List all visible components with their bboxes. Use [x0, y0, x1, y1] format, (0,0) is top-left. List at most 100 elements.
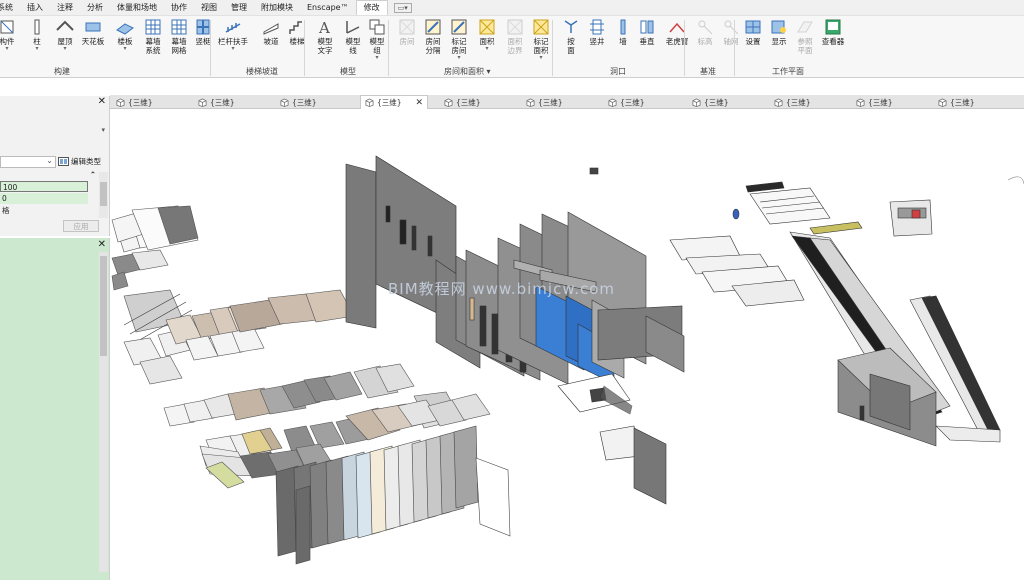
ribbon-button-label: 面积 边界: [507, 37, 523, 55]
chevron-down-icon[interactable]: ▾: [231, 46, 234, 52]
menu-item[interactable]: 插入: [20, 2, 50, 13]
dormer-button[interactable]: 老虎窗: [662, 18, 692, 46]
ribbon-separator: [304, 20, 305, 76]
property-value-field[interactable]: 0: [0, 193, 88, 204]
by-face-icon: [564, 20, 578, 33]
close-tab-icon[interactable]: ✕: [416, 98, 424, 108]
chevron-down-icon[interactable]: ▾: [485, 46, 488, 52]
menu-item[interactable]: 协作: [164, 2, 194, 13]
property-row-text: 格: [2, 206, 10, 215]
type-dropdown-arrow-icon[interactable]: ▾: [101, 126, 105, 134]
property-row-text: 0: [2, 194, 7, 203]
view-tab[interactable]: {三维}: [116, 95, 153, 109]
ribbon-group-label[interactable]: 房间和面积 ▾: [444, 66, 491, 77]
ribbon-button-label: 参照 平面: [797, 37, 813, 55]
project-browser-panel: ✕: [0, 238, 110, 580]
ribbon-button-label: 模型 文字: [317, 37, 333, 55]
show-workplane-icon: [771, 20, 786, 34]
ribbon-separator: [552, 20, 553, 76]
column-button[interactable]: 柱 ▾: [22, 18, 52, 52]
scrollbar-thumb[interactable]: [100, 256, 107, 356]
view-tab-label: {三维}: [210, 97, 235, 107]
chevron-down-icon[interactable]: ▾: [539, 55, 542, 61]
viewer-button[interactable]: 查看器: [818, 18, 848, 46]
ribbon-button-label: 墙: [619, 37, 627, 46]
floor-button[interactable]: 楼板 ▾: [110, 18, 140, 52]
chevron-down-icon[interactable]: ▾: [375, 55, 378, 61]
menu-item[interactable]: 视图: [194, 2, 224, 13]
instance-filter-select[interactable]: ⌄: [0, 156, 56, 168]
ref-plane-icon: [797, 21, 813, 33]
curtain-grid-icon: [171, 19, 187, 35]
area-button[interactable]: 面积 ▾: [472, 18, 502, 52]
model-text-button[interactable]: A 模型 文字: [310, 18, 340, 55]
chevron-down-icon[interactable]: ▾: [5, 46, 8, 52]
scrollbar-thumb[interactable]: [100, 182, 107, 206]
3d-view-icon: [116, 97, 125, 107]
view-tab-label: {三维}: [786, 97, 811, 107]
chevron-down-icon[interactable]: ▾: [123, 46, 126, 52]
properties-scrollbar[interactable]: [99, 172, 108, 218]
view-tab[interactable]: {三维}: [608, 95, 645, 109]
chevron-down-icon[interactable]: ▾: [35, 46, 38, 52]
menu-item[interactable]: 体量和场地: [110, 2, 164, 13]
view-tab[interactable]: {三维}: [938, 95, 975, 109]
view-tab[interactable]: {三维} ✕: [360, 95, 429, 109]
model-text-icon: A: [318, 19, 330, 36]
menu-item[interactable]: 附加模块: [254, 2, 300, 13]
ribbon-button-label: 按 面: [567, 37, 575, 55]
ribbon-button-label: 垂直: [639, 37, 655, 46]
collapse-icon[interactable]: ⌃: [90, 169, 96, 180]
menu-item[interactable]: 系统: [0, 2, 20, 13]
view-tab[interactable]: {三维}: [774, 95, 811, 109]
view-tab[interactable]: {三维}: [856, 95, 893, 109]
3d-model-view[interactable]: [110, 110, 1024, 580]
quick-access-dropdown-icon[interactable]: ▭▾: [393, 2, 412, 13]
apply-button[interactable]: 应用: [63, 220, 99, 232]
ribbon-button-label: 轴网: [723, 37, 739, 46]
view-tab-label: {三维}: [620, 97, 645, 107]
mullion-button[interactable]: 竖梃: [188, 18, 218, 46]
vertical-opening-button[interactable]: 垂直: [632, 18, 662, 46]
ribbon-button-label: 坡道: [263, 37, 279, 46]
ribbon-button-label: 设置: [745, 37, 761, 46]
chevron-down-icon[interactable]: ▾: [63, 46, 66, 52]
tag-room-icon: [451, 19, 467, 35]
railing-button[interactable]: 栏杆扶手 ▾: [218, 18, 248, 52]
3d-viewport[interactable]: BIM教程网 www.bimjcw.com: [110, 110, 1024, 580]
tag-room-button[interactable]: 标记 房间 ▾: [444, 18, 474, 61]
ceiling-button[interactable]: 天花板: [78, 18, 108, 46]
browser-close-icon[interactable]: ✕: [98, 239, 106, 250]
menu-bar: 系统 插入 注释 分析 体量和场地 协作 视图 管理 附加模块 Enscape™ 修改 ▭▾: [0, 0, 1024, 16]
column-icon: [34, 19, 40, 35]
view-tab[interactable]: {三维}: [526, 95, 563, 109]
area-boundary-icon: [507, 19, 523, 35]
component-button[interactable]: 构件 ▾: [0, 18, 22, 52]
ref-plane-button[interactable]: 参照 平面: [790, 18, 820, 55]
menu-item[interactable]: 注释: [50, 2, 80, 13]
chevron-down-icon[interactable]: ▾: [457, 55, 460, 61]
view-tab[interactable]: {三维}: [444, 95, 481, 109]
watermark: BIM教程网 www.bimjcw.com: [388, 280, 616, 298]
edit-type-button[interactable]: 编辑类型: [58, 156, 101, 167]
view-tab-label: {三维}: [377, 98, 402, 107]
stair-button[interactable]: 楼梯: [282, 18, 312, 46]
roof-button[interactable]: 屋顶 ▾: [50, 18, 80, 52]
3d-view-icon: [856, 97, 865, 107]
menu-item[interactable]: Enscape™: [300, 3, 356, 12]
3d-view-icon: [608, 97, 617, 107]
shaft-icon: [590, 19, 604, 35]
menu-item[interactable]: 修改: [355, 0, 388, 15]
menu-item[interactable]: 分析: [80, 2, 110, 13]
menu-item[interactable]: 管理: [224, 2, 254, 13]
property-section-header[interactable]: ⌃: [0, 169, 98, 180]
browser-scrollbar[interactable]: [99, 252, 108, 572]
view-tab[interactable]: {三维}: [280, 95, 317, 109]
properties-close-icon[interactable]: ✕: [98, 96, 106, 107]
ribbon-button-label: 标高: [697, 37, 713, 46]
view-tab[interactable]: {三维}: [198, 95, 235, 109]
property-value-field[interactable]: 100: [0, 181, 88, 192]
ribbon-button-label: 幕墙 系统: [145, 37, 161, 55]
view-tab[interactable]: {三维}: [692, 95, 729, 109]
viewer-icon: [825, 19, 841, 35]
